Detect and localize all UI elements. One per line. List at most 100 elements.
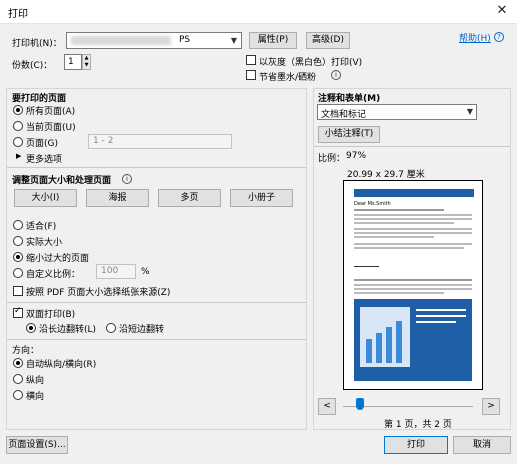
tab-booklet[interactable]: 小册子 — [230, 189, 293, 207]
landscape-radio[interactable] — [13, 390, 23, 400]
current-page-radio[interactable] — [13, 121, 23, 131]
auto-orientation-label: 自动纵向/横向(R) — [26, 360, 97, 370]
printer-select[interactable]: PS ▼ — [66, 32, 242, 49]
preview-bar — [396, 321, 402, 363]
grayscale-label: 以灰度（黑白色）打印(V) — [259, 58, 363, 68]
actual-size-radio[interactable] — [13, 236, 23, 246]
divider — [7, 302, 306, 303]
portrait-radio[interactable] — [13, 374, 23, 384]
custom-scale-value: 100 — [101, 266, 119, 276]
info-icon[interactable]: i — [331, 70, 341, 80]
all-pages-label: 所有页面(A) — [26, 107, 76, 117]
cancel-button[interactable]: 取消 — [453, 436, 511, 454]
divider — [7, 167, 306, 168]
comments-heading: 注释和表单(M) — [318, 94, 381, 104]
all-pages-radio[interactable] — [13, 105, 23, 115]
short-edge-radio[interactable] — [106, 323, 116, 333]
preview-text-line — [354, 232, 472, 234]
short-edge-label: 沿短边翻转 — [119, 325, 165, 335]
preview-text-line — [354, 279, 472, 281]
long-edge-label: 沿长边翻转(L) — [39, 325, 97, 335]
advanced-button[interactable]: 高级(D) — [306, 32, 350, 49]
auto-orientation-radio[interactable] — [13, 358, 23, 368]
preview-text-line — [354, 209, 444, 211]
page-range-label: 页面(G) — [26, 139, 58, 149]
copies-stepper[interactable]: ▲ ▼ — [82, 54, 91, 70]
copies-label: 份数(C)： — [12, 61, 53, 71]
comments-select[interactable]: 文档和标记 ▼ — [317, 104, 477, 120]
caret-right-icon[interactable]: ▶ — [16, 152, 21, 160]
divider — [7, 339, 306, 340]
sizing-heading: 调整页面大小和处理页面 — [12, 176, 112, 186]
preview-signature — [354, 261, 379, 267]
next-page-button[interactable]: > — [482, 398, 500, 415]
pdf-source-checkbox[interactable] — [13, 286, 23, 296]
paper-size-label: 20.99 x 29.7 厘米 — [347, 170, 425, 180]
grayscale-checkbox[interactable] — [246, 55, 256, 65]
close-icon[interactable]: ✕ — [487, 0, 517, 24]
pages-heading: 要打印的页面 — [12, 94, 67, 104]
preview-text-line — [354, 218, 472, 220]
custom-scale-input[interactable]: 100 — [96, 264, 136, 279]
current-page-label: 当前页面(U) — [26, 123, 76, 133]
divider — [314, 146, 510, 147]
page-range-placeholder: 1 - 2 — [93, 136, 114, 146]
preview-text-line — [354, 292, 444, 294]
duplex-checkbox[interactable] — [13, 306, 23, 318]
preview-bar — [376, 333, 382, 363]
long-edge-radio[interactable] — [26, 323, 36, 333]
save-ink-label: 节省墨水/硒粉 — [259, 73, 317, 83]
tab-multiple[interactable]: 多页 — [158, 189, 221, 207]
scale-label: 比例： — [318, 154, 346, 164]
print-button[interactable]: 打印 — [384, 436, 448, 454]
preview-text-line — [354, 243, 472, 245]
preview-header-bar — [354, 189, 474, 197]
preview-text-line — [354, 222, 454, 224]
preview-text-line — [416, 321, 456, 323]
preview-text-line — [354, 288, 472, 290]
duplex-label: 双面打印(B) — [26, 310, 76, 320]
page-range-input[interactable]: 1 - 2 — [88, 134, 232, 149]
landscape-label: 横向 — [26, 392, 45, 402]
page-setup-button[interactable]: 页面设置(S)... — [6, 436, 68, 454]
save-ink-checkbox[interactable] — [246, 70, 256, 80]
info-icon[interactable]: i — [122, 174, 132, 184]
page-range-radio[interactable] — [13, 137, 23, 147]
question-icon[interactable]: ? — [494, 32, 504, 42]
orientation-label: 方向： — [12, 346, 40, 356]
summarize-comments-button[interactable]: 小结注释(T) — [318, 126, 380, 143]
actual-size-label: 实际大小 — [26, 238, 63, 248]
shrink-radio[interactable] — [13, 252, 23, 262]
percent-label: % — [141, 267, 150, 277]
help-link[interactable]: 帮助(H) — [459, 31, 491, 44]
fit-radio[interactable] — [13, 220, 23, 230]
preview-text-line — [416, 315, 466, 317]
scale-value: 97% — [346, 151, 367, 161]
preview-bar — [366, 339, 372, 363]
page-slider-thumb[interactable] — [356, 398, 364, 410]
prev-page-button[interactable]: < — [318, 398, 336, 415]
preview-text-line — [354, 236, 434, 238]
portrait-label: 纵向 — [26, 376, 45, 386]
chevron-down-icon: ▼ — [230, 36, 237, 45]
tab-poster[interactable]: 海报 — [86, 189, 149, 207]
preview-bar — [386, 327, 392, 363]
custom-scale-radio[interactable] — [13, 268, 23, 278]
window-title: 打印 — [8, 9, 28, 20]
preview-text-line — [354, 284, 472, 286]
pdf-source-label: 按照 PDF 页面大小选择纸张来源(Z) — [26, 288, 171, 298]
preview-text-line — [354, 247, 464, 249]
properties-button[interactable]: 属性(P) — [249, 32, 297, 49]
copies-value: 1 — [68, 57, 74, 67]
preview-text-line — [354, 228, 472, 230]
title-bar: 打印 ✕ — [0, 0, 517, 24]
custom-scale-label: 自定义比例： — [26, 270, 81, 280]
preview-text-line — [416, 309, 466, 311]
preview-chart-block — [354, 299, 472, 381]
chevron-down-icon: ▼ — [466, 107, 473, 116]
tab-size[interactable]: 大小(I) — [14, 189, 77, 207]
preview-page: Dear Ms.Smith — [343, 180, 483, 390]
preview-text-line — [354, 214, 472, 216]
copies-input[interactable]: 1 — [64, 54, 82, 70]
more-options-label[interactable]: 更多选项 — [26, 152, 62, 165]
